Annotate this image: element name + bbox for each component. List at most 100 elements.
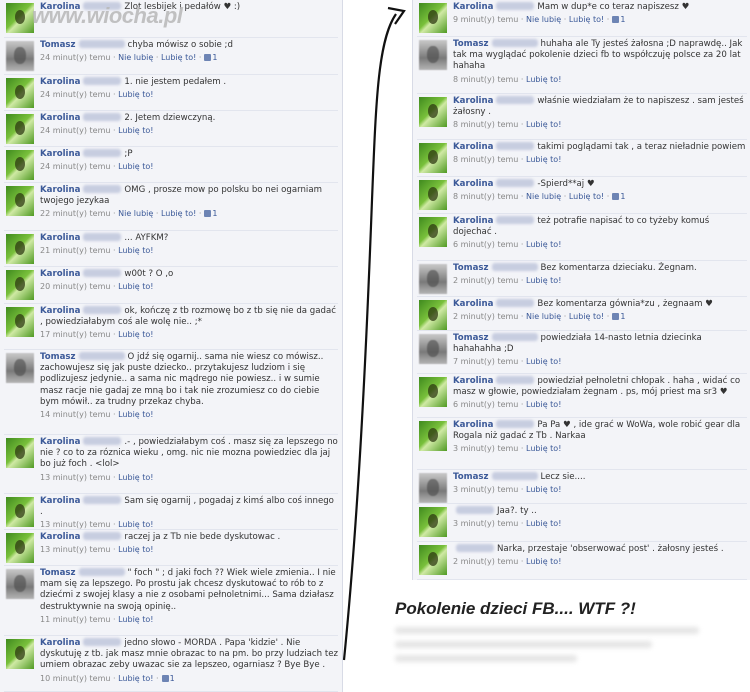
like-link[interactable]: Lubię to! [118,615,153,624]
avatar[interactable] [419,40,447,70]
like-count[interactable]: 1 [212,209,217,218]
comment-author-link[interactable]: Tomasz [40,568,76,578]
unlike-link[interactable]: Nie lubię [118,209,153,218]
comment-timestamp[interactable]: 17 minut(y) temu [40,330,110,339]
comment-author-link[interactable]: Karolina [453,216,493,226]
avatar[interactable] [419,264,447,294]
avatar[interactable] [6,639,34,669]
comment-timestamp[interactable]: 10 minut(y) temu [40,674,110,683]
comment-timestamp[interactable]: 2 minut(y) temu [453,276,518,285]
comment-author-link[interactable]: Karolina [40,113,80,123]
comment-timestamp[interactable]: 13 minut(y) temu [40,545,110,554]
comment-timestamp[interactable]: 6 minut(y) temu [453,240,518,249]
avatar[interactable] [419,421,447,451]
comment-timestamp[interactable]: 9 minut(y) temu [453,15,518,24]
avatar[interactable] [6,533,34,563]
unlike-link[interactable]: Nie lubię [118,53,153,62]
avatar[interactable] [419,217,447,247]
like-link[interactable]: Lubię to! [118,162,153,171]
comment-timestamp[interactable]: 6 minut(y) temu [453,400,518,409]
comment-author-link[interactable]: Tomasz [40,40,76,50]
avatar[interactable] [419,180,447,210]
like-link[interactable]: Lubię to! [526,120,561,129]
comment-timestamp[interactable]: 8 minut(y) temu [453,155,518,164]
comment-author-link[interactable]: Karolina [40,306,80,316]
avatar[interactable] [6,78,34,108]
avatar[interactable] [419,545,447,575]
comment-author-link[interactable]: Karolina [453,142,493,152]
comment-timestamp[interactable]: 14 minut(y) temu [40,410,110,419]
avatar[interactable] [6,270,34,300]
comment-timestamp[interactable]: 24 minut(y) temu [40,90,110,99]
comment-author-link[interactable]: Karolina [40,496,80,506]
unlike-link[interactable]: Nie lubię [526,192,561,201]
avatar[interactable] [6,569,34,599]
like-link[interactable]: Lubię to! [569,15,604,24]
comment-timestamp[interactable]: 8 minut(y) temu [453,192,518,201]
comment-author-link[interactable]: Karolina [40,185,80,195]
like-link[interactable]: Lubię to! [161,53,196,62]
like-link[interactable]: Lubię to! [118,410,153,419]
like-link[interactable]: Lubię to! [118,674,153,683]
like-link[interactable]: Lubię to! [118,126,153,135]
like-link[interactable]: Lubię to! [118,330,153,339]
comment-author-link[interactable]: Tomasz [453,39,489,49]
avatar[interactable] [419,377,447,407]
comment-timestamp[interactable]: 8 minut(y) temu [453,120,518,129]
unlike-link[interactable]: Nie lubię [526,312,561,321]
like-count[interactable]: 1 [170,674,175,683]
avatar[interactable] [6,307,34,337]
avatar[interactable] [6,497,34,527]
like-link[interactable]: Lubię to! [526,357,561,366]
avatar[interactable] [419,473,447,503]
comment-timestamp[interactable]: 2 minut(y) temu [453,557,518,566]
comment-author-link[interactable]: Tomasz [453,472,489,482]
comment-timestamp[interactable]: 3 minut(y) temu [453,444,518,453]
avatar[interactable] [419,143,447,173]
like-count[interactable]: 1 [212,53,217,62]
like-link[interactable]: Lubię to! [526,276,561,285]
like-link[interactable]: Lubię to! [526,75,561,84]
like-link[interactable]: Lubię to! [569,312,604,321]
avatar[interactable] [419,3,447,33]
like-count[interactable]: 1 [620,15,625,24]
like-link[interactable]: Lubię to! [526,557,561,566]
comment-author-link[interactable]: Tomasz [453,263,489,273]
like-link[interactable]: Lubię to! [526,485,561,494]
avatar[interactable] [6,150,34,180]
comment-timestamp[interactable]: 22 minut(y) temu [40,209,110,218]
comment-author-link[interactable]: Karolina [40,269,80,279]
comment-timestamp[interactable]: 8 minut(y) temu [453,75,518,84]
comment-timestamp[interactable]: 3 minut(y) temu [453,519,518,528]
comment-author-link[interactable]: Tomasz [40,352,76,362]
comment-timestamp[interactable]: 3 minut(y) temu [453,485,518,494]
comment-timestamp[interactable]: 7 minut(y) temu [453,357,518,366]
comment-author-link[interactable]: Karolina [40,233,80,243]
avatar[interactable] [6,438,34,468]
comment-author-link[interactable]: Karolina [453,2,493,12]
comment-timestamp[interactable]: 24 minut(y) temu [40,126,110,135]
avatar[interactable] [419,97,447,127]
like-link[interactable]: Lubię to! [118,545,153,554]
comment-author-link[interactable]: Karolina [453,179,493,189]
comment-author-link[interactable]: Karolina [40,532,80,542]
avatar[interactable] [6,114,34,144]
comment-author-link[interactable]: Karolina [453,299,493,309]
comment-author-link[interactable]: Tomasz [453,333,489,343]
like-count[interactable]: 1 [620,192,625,201]
comment-author-link[interactable]: Karolina [40,638,80,648]
like-link[interactable]: Lubię to! [526,240,561,249]
avatar[interactable] [419,507,447,537]
comment-timestamp[interactable]: 11 minut(y) temu [40,615,110,624]
comment-timestamp[interactable]: 13 minut(y) temu [40,473,110,482]
unlike-link[interactable]: Nie lubię [526,15,561,24]
like-link[interactable]: Lubię to! [118,282,153,291]
like-link[interactable]: Lubię to! [118,90,153,99]
like-link[interactable]: Lubię to! [118,246,153,255]
comment-author-link[interactable]: Karolina [40,149,80,159]
comment-author-link[interactable]: Karolina [453,96,493,106]
comment-author-link[interactable]: Karolina [40,437,80,447]
like-link[interactable]: Lubię to! [569,192,604,201]
avatar[interactable] [6,234,34,264]
like-link[interactable]: Lubię to! [526,155,561,164]
